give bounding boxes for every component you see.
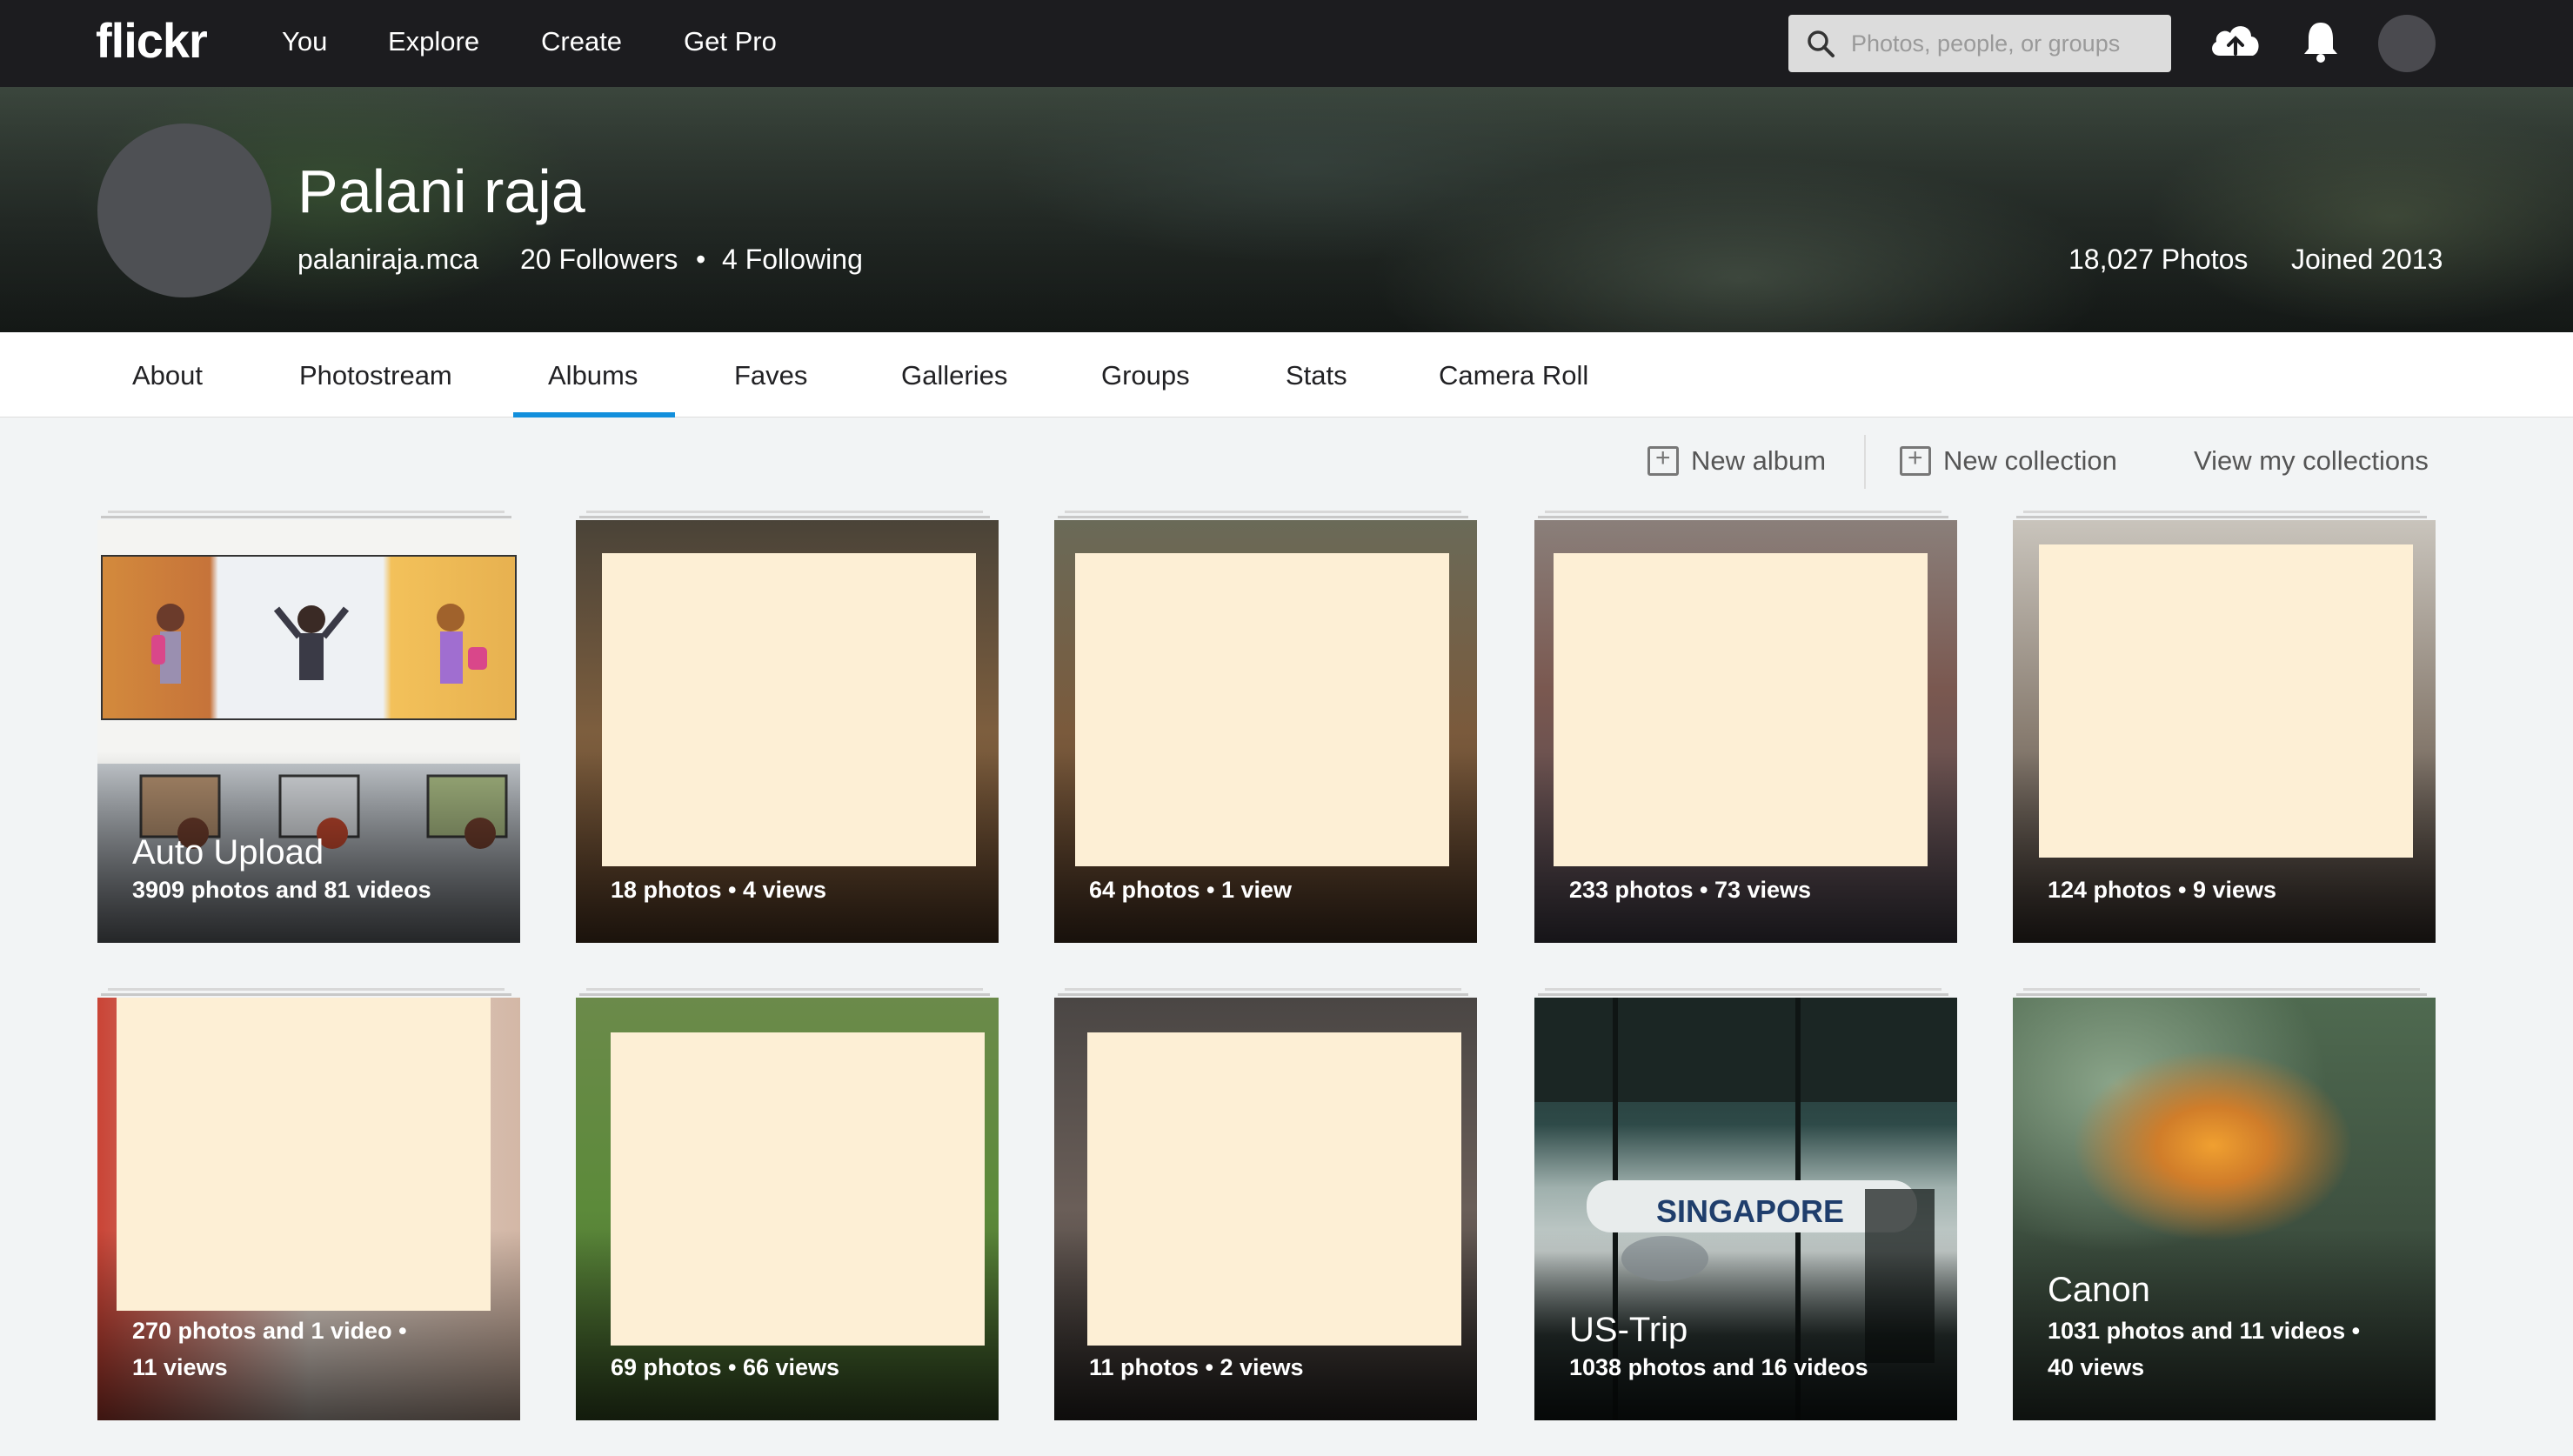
album-stack-edge xyxy=(579,993,990,996)
album-info: 124 photos • 9 views xyxy=(2048,877,2277,903)
album-info: 270 photos and 1 video • xyxy=(132,1318,407,1344)
album-stack-edge xyxy=(108,511,505,513)
album-card[interactable]: 124 photos • 9 views xyxy=(2013,520,2436,943)
redacted-placeholder xyxy=(602,553,976,866)
nav-you[interactable]: You xyxy=(282,26,327,57)
new-collection-label: New collection xyxy=(1943,445,2117,476)
nav-explore[interactable]: Explore xyxy=(388,26,479,57)
album-info: 11 photos • 2 views xyxy=(1089,1354,1304,1380)
tab-faves[interactable]: Faves xyxy=(734,360,807,391)
album-info: 64 photos • 1 view xyxy=(1089,877,1293,903)
svg-text:SINGAPORE: SINGAPORE xyxy=(1656,1193,1844,1229)
album-card[interactable]: 233 photos • 73 views xyxy=(1534,520,1957,943)
nav-get-pro[interactable]: Get Pro xyxy=(684,26,777,57)
add-album-icon xyxy=(1647,444,1679,476)
album-stack-edge xyxy=(101,993,511,996)
comic-illustration xyxy=(151,604,487,684)
notification-bell-icon[interactable] xyxy=(2302,17,2340,66)
action-divider xyxy=(1864,435,1866,489)
new-collection-button[interactable]: New collection xyxy=(1900,444,2117,477)
album-stack-edge xyxy=(586,511,983,513)
album-stack-edge xyxy=(2016,516,2427,518)
tab-groups[interactable]: Groups xyxy=(1101,360,1190,391)
redacted-placeholder xyxy=(1554,553,1928,866)
view-collections-label: View my collections xyxy=(2194,445,2429,476)
album-card[interactable]: 18 photos • 4 views xyxy=(576,520,999,943)
album-card[interactable]: SINGAPORE US-Trip 1038 photos and 16 vid… xyxy=(1534,998,1957,1420)
following-link[interactable]: 4 Following xyxy=(722,244,863,276)
album-info: 69 photos • 66 views xyxy=(611,1354,840,1380)
album-info: 3909 photos and 81 videos xyxy=(132,877,431,903)
album-stack-edge xyxy=(1538,993,1948,996)
profile-cover-photo: Palani raja palaniraja.mca 20 Followers … xyxy=(0,87,2573,332)
redacted-placeholder xyxy=(1087,1032,1461,1346)
album-info: 1031 photos and 11 videos • xyxy=(2048,1318,2361,1344)
followers-link[interactable]: 20 Followers xyxy=(520,244,678,276)
album-stack-edge xyxy=(1065,988,1461,991)
album-card[interactable]: 69 photos • 66 views xyxy=(576,998,999,1420)
album-info: 18 photos • 4 views xyxy=(611,877,827,903)
search-input[interactable] xyxy=(1851,23,2155,63)
album-stack-edge xyxy=(1545,511,1941,513)
album-stack-edge xyxy=(1058,993,1468,996)
user-avatar[interactable] xyxy=(2378,15,2436,72)
search-icon xyxy=(1808,30,1835,57)
album-title: Canon xyxy=(2048,1271,2150,1309)
album-views: 40 views xyxy=(2048,1354,2145,1380)
album-stack-edge xyxy=(2016,993,2427,996)
album-stack-edge xyxy=(1538,516,1948,518)
search-box[interactable] xyxy=(1788,15,2171,72)
album-info: 1038 photos and 16 videos xyxy=(1569,1354,1868,1380)
album-card[interactable]: 270 photos and 1 video • 11 views xyxy=(97,998,520,1420)
album-stack-edge xyxy=(1545,988,1941,991)
top-navigation-bar: flickr You Explore Create Get Pro xyxy=(0,0,2573,87)
album-title: US-Trip xyxy=(1569,1311,1688,1349)
tab-camera-roll[interactable]: Camera Roll xyxy=(1439,360,1588,391)
nav-create[interactable]: Create xyxy=(541,26,622,57)
album-stack-edge xyxy=(108,988,505,991)
profile-subnav: About Photostream Albums Faves Galleries… xyxy=(0,332,2573,417)
album-stack-edge xyxy=(586,988,983,991)
album-card[interactable]: 64 photos • 1 view xyxy=(1054,520,1477,943)
add-collection-icon xyxy=(1900,444,1931,476)
new-album-label: New album xyxy=(1691,445,1827,476)
album-stack-edge xyxy=(1065,511,1461,513)
tab-albums[interactable]: Albums xyxy=(548,360,638,391)
tab-stats[interactable]: Stats xyxy=(1286,360,1347,391)
album-stack-edge xyxy=(101,516,511,518)
tab-about[interactable]: About xyxy=(132,360,203,391)
redacted-placeholder xyxy=(117,998,491,1311)
photo-count: 18,027 Photos xyxy=(2068,244,2249,275)
flickr-logo[interactable]: flickr xyxy=(96,12,208,69)
album-views: 11 views xyxy=(132,1354,228,1380)
new-album-button[interactable]: New album xyxy=(1647,444,1827,477)
redacted-placeholder xyxy=(2039,544,2413,858)
redacted-placeholder xyxy=(1075,553,1449,866)
album-stack-edge xyxy=(2023,511,2420,513)
album-title: Auto Upload xyxy=(132,833,324,872)
album-stack-edge xyxy=(2023,988,2420,991)
comic-panel xyxy=(101,555,517,720)
upload-cloud-icon[interactable] xyxy=(2208,17,2263,66)
profile-name: Palani raja xyxy=(297,157,585,225)
view-collections-link[interactable]: View my collections xyxy=(2194,445,2429,477)
redacted-placeholder xyxy=(611,1032,985,1346)
tab-photostream[interactable]: Photostream xyxy=(299,360,452,391)
separator-dot: • xyxy=(696,244,706,275)
album-stack-edge xyxy=(1058,516,1468,518)
album-info: 233 photos • 73 views xyxy=(1569,877,1812,903)
joined-date: Joined 2013 xyxy=(2291,244,2443,275)
album-card[interactable]: Auto Upload 3909 photos and 81 videos xyxy=(97,520,520,943)
album-card[interactable]: 11 photos • 2 views xyxy=(1054,998,1477,1420)
profile-username: palaniraja.mca xyxy=(297,244,479,275)
active-tab-indicator xyxy=(513,412,675,417)
profile-avatar[interactable] xyxy=(97,124,271,297)
album-stack-edge xyxy=(579,516,990,518)
album-card[interactable]: Canon 1031 photos and 11 videos • 40 vie… xyxy=(2013,998,2436,1420)
tab-galleries[interactable]: Galleries xyxy=(901,360,1007,391)
